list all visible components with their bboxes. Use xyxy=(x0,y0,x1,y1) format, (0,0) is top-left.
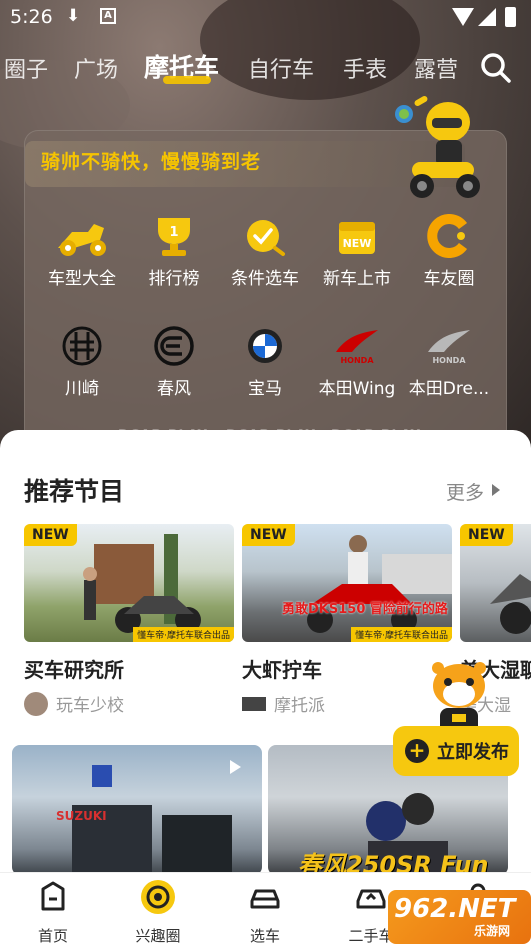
bmw-logo-icon xyxy=(237,322,293,370)
section-title: 推荐节目 xyxy=(24,477,125,506)
tab-circle[interactable]: 圈子 xyxy=(4,52,48,84)
nav-select-car[interactable]: 选车 xyxy=(225,879,305,944)
status-bar: 5:26 ⬇ A xyxy=(0,0,531,36)
more-arrow-icon xyxy=(492,484,500,496)
publish-label: 立即发布 xyxy=(437,742,509,763)
dcar-play-label: DCAR PLAY xyxy=(118,428,208,443)
cfmoto-logo-icon xyxy=(146,322,202,370)
new-badge: NEW xyxy=(242,524,295,546)
program-thumbnail: NEW xyxy=(460,524,531,642)
tab-bicycle[interactable]: 自行车 xyxy=(248,52,314,84)
new-badge: NEW xyxy=(24,524,77,546)
rider-mascot-illustration xyxy=(395,96,480,198)
nav-interest-circle[interactable]: 兴趣圈 xyxy=(118,879,198,944)
feature-all-models[interactable]: 车型大全 xyxy=(36,212,128,289)
new-badge: NEW xyxy=(460,524,513,546)
author-name: 玩车少校 xyxy=(56,696,124,716)
honda-dream-logo-icon: HONDA xyxy=(421,322,477,370)
brand-label: 本田Dre... xyxy=(408,379,490,399)
watermark-main-text: 962.NET xyxy=(394,894,516,924)
feature-label: 新车上市 xyxy=(323,269,391,289)
nav-home[interactable]: 首页 xyxy=(13,879,93,944)
tab-watch[interactable]: 手表 xyxy=(343,52,387,84)
feed-video-card[interactable]: SUZUKI xyxy=(12,745,262,875)
feature-label: 车型大全 xyxy=(48,269,116,289)
program-author: 玩车少校 xyxy=(24,691,234,716)
feed-brand-text: SUZUKI xyxy=(56,809,107,823)
feature-label: 排行榜 xyxy=(148,269,200,289)
svg-text:HONDA: HONDA xyxy=(340,356,374,365)
top-tab-bar: 圈子 广场 摩托车 自行车 手表 露营 xyxy=(0,46,531,86)
program-author: 摩托派 xyxy=(242,691,452,716)
brand-label: 宝马 xyxy=(248,379,282,399)
feature-new-launch[interactable]: NEW 新车上市 xyxy=(311,212,403,289)
sheet-notch-right xyxy=(440,430,470,452)
thumbnail-caption: 懂车帝·摩托车联合出品 xyxy=(133,627,234,642)
program-thumbnail: NEW 勇敢DKS150 冒险前行的路 懂车帝·摩托车联合出品 xyxy=(242,524,452,642)
feed-overlay-text: 春风250SR Fun xyxy=(298,851,489,875)
search-icon[interactable] xyxy=(478,50,514,86)
used-car-icon xyxy=(356,889,386,909)
trophy-icon: 1 xyxy=(146,212,202,260)
svg-text:HONDA: HONDA xyxy=(432,356,466,365)
nav-label: 首页 xyxy=(37,927,68,944)
tab-square[interactable]: 广场 xyxy=(74,52,118,84)
thumbnail-caption: 懂车帝·摩托车联合出品 xyxy=(351,627,452,642)
brand-honda-dream[interactable]: HONDA 本田Dre... xyxy=(403,322,495,399)
svg-text:NEW: NEW xyxy=(343,237,372,250)
wifi-icon xyxy=(452,8,474,26)
feature-ranking[interactable]: 1 排行榜 xyxy=(128,212,220,289)
program-card[interactable]: NEW 勇敢DKS150 冒险前行的路 懂车帝·摩托车联合出品 大虾拧车 摩托派 xyxy=(242,524,452,716)
sheet-notch-left xyxy=(60,430,90,452)
watermark-sub-text: 乐游网 xyxy=(474,924,511,938)
brand-cfmoto[interactable]: 春风 xyxy=(128,322,220,399)
status-time: 5:26 xyxy=(10,6,53,28)
car-select-icon xyxy=(250,889,280,909)
battery-icon xyxy=(505,7,516,27)
avatar xyxy=(24,691,48,716)
feature-label: 车友圈 xyxy=(423,269,475,289)
publish-button[interactable]: + 立即发布 xyxy=(393,726,519,776)
more-link[interactable]: 更多 xyxy=(446,478,484,505)
filter-check-icon xyxy=(237,212,293,260)
author-name: 摩托派 xyxy=(274,696,325,716)
interest-circle-icon xyxy=(141,880,175,914)
svg-text:1: 1 xyxy=(169,225,178,240)
program-thumbnail: NEW 懂车帝·摩托车联合出品 xyxy=(24,524,234,642)
play-icon xyxy=(230,760,241,774)
download-icon: ⬇ xyxy=(66,6,81,26)
tab-camping[interactable]: 露营 xyxy=(414,52,458,84)
site-watermark: 962.NET 乐游网 xyxy=(388,890,531,944)
new-calendar-icon: NEW xyxy=(329,212,385,260)
slogan-text: 骑帅不骑快，慢慢骑到老 xyxy=(41,151,262,173)
community-icon xyxy=(421,212,477,260)
program-card[interactable]: NEW 懂车帝·摩托车联合出品 买车研究所 玩车少校 xyxy=(24,524,234,716)
brand-honda-wing[interactable]: HONDA 本田Wing xyxy=(311,322,403,399)
feature-filter-select[interactable]: 条件选车 xyxy=(219,212,311,289)
brand-label: 本田Wing xyxy=(318,379,396,399)
thumbnail-overlay-text: 勇敢DKS150 冒险前行的路 xyxy=(282,602,448,617)
dcar-play-label: DCAR PLAY xyxy=(331,428,421,443)
motorcycle-icon xyxy=(54,212,110,260)
plus-icon: + xyxy=(405,739,429,763)
signal-icon xyxy=(478,8,496,26)
feed-thumbnail-illustration xyxy=(72,765,232,875)
nav-label: 选车 xyxy=(249,927,280,944)
program-title: 大虾拧车 xyxy=(242,658,322,682)
avatar xyxy=(242,696,266,711)
brand-kawasaki[interactable]: 川崎 xyxy=(36,322,128,399)
brand-label: 春风 xyxy=(157,379,191,399)
nav-label: 兴趣圈 xyxy=(135,927,181,944)
notification-a-icon: A xyxy=(100,8,116,24)
kawasaki-logo-icon xyxy=(54,322,110,370)
brand-bmw[interactable]: 宝马 xyxy=(219,322,311,399)
feature-community[interactable]: 车友圈 xyxy=(403,212,495,289)
feature-label: 条件选车 xyxy=(231,269,299,289)
brand-label: 川崎 xyxy=(65,379,99,399)
dcar-play-label: DCAR PLAY xyxy=(226,428,316,443)
home-icon xyxy=(41,881,65,911)
active-tab-indicator xyxy=(163,76,211,84)
honda-wing-logo-icon: HONDA xyxy=(329,322,385,370)
program-title: 买车研究所 xyxy=(24,658,124,682)
